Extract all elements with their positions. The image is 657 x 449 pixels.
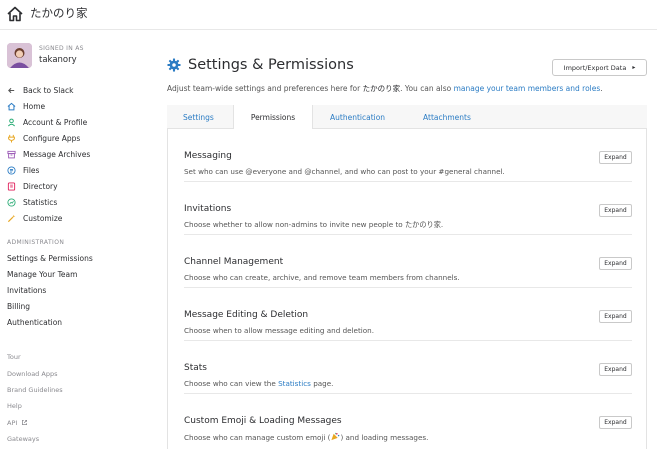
sidebar-item-message-archives[interactable]: Message Archives <box>7 146 147 162</box>
sidebar-item-label: Back to Slack <box>23 85 74 95</box>
expand-button[interactable]: Expand <box>599 416 632 429</box>
sidebar-item-home[interactable]: Home <box>7 98 147 114</box>
section-custom-emoji: Custom Emoji & Loading Messages Choose w… <box>184 394 632 447</box>
section-description: Choose when to allow message editing and… <box>184 326 375 335</box>
sidebar-item-label: Message Archives <box>23 149 91 159</box>
team-name[interactable]: たかのり家 <box>30 5 88 21</box>
wand-icon <box>7 214 16 222</box>
stats-icon <box>7 197 16 207</box>
section-description: Choose who can manage custom emoji ( ) an… <box>184 432 428 442</box>
section-title: Invitations <box>184 204 232 214</box>
footer-link-api[interactable]: API <box>7 415 147 431</box>
footer-link-help[interactable]: Help <box>7 398 147 414</box>
description-middle: . You can also <box>400 84 454 93</box>
permissions-panel: Messaging Set who can use @everyone and … <box>167 129 647 449</box>
footer-links: Tour Download Apps Brand Guidelines Help… <box>7 349 147 447</box>
description-team: たかのり家 <box>362 84 401 93</box>
gear-icon <box>167 58 181 72</box>
import-export-label: Import/Export Data <box>563 63 627 72</box>
expand-button[interactable]: Expand <box>599 151 632 164</box>
expand-button[interactable]: Expand <box>599 257 632 270</box>
section-desc-prefix: Choose who can manage custom emoji ( <box>184 433 331 442</box>
title-row: Settings & Permissions <box>167 55 354 75</box>
sidebar-item-label: Customize <box>23 213 63 223</box>
archive-icon <box>7 150 16 158</box>
footer-link-gateways[interactable]: Gateways <box>7 431 147 447</box>
arrow-left-icon <box>8 87 15 93</box>
sidebar-item-label: Account & Profile <box>23 117 88 127</box>
expand-button[interactable]: Expand <box>599 204 632 217</box>
footer-link-api-label: API <box>7 418 18 427</box>
home-icon <box>7 102 16 110</box>
section-title: Stats <box>184 363 207 373</box>
arrow-right-icon: ▸ <box>632 64 636 71</box>
sidebar-item-customize[interactable]: Customize <box>7 210 147 226</box>
home-icon[interactable] <box>6 5 24 23</box>
description-prefix: Adjust team-wide settings and preference… <box>167 84 363 93</box>
book-icon <box>7 181 16 191</box>
section-description: Choose who can view the Statistics page. <box>184 379 333 388</box>
sidebar-item-label: Files <box>23 165 40 175</box>
footer-link-download-apps[interactable]: Download Apps <box>7 365 147 381</box>
section-messaging: Messaging Set who can use @everyone and … <box>184 129 632 182</box>
section-invitations: Invitations Choose whether to allow non-… <box>184 182 632 235</box>
section-title: Custom Emoji & Loading Messages <box>184 416 342 426</box>
section-title: Channel Management <box>184 257 284 267</box>
section-stats: Stats Choose who can view the Statistics… <box>184 341 632 394</box>
page-title: Settings & Permissions <box>188 57 354 73</box>
section-title: Message Editing & Deletion <box>184 310 309 320</box>
avatar[interactable] <box>7 43 32 68</box>
sidebar-item-settings-permissions[interactable]: Settings & Permissions <box>7 250 147 266</box>
footer-link-brand-guidelines[interactable]: Brand Guidelines <box>7 382 147 398</box>
sidebar-item-manage-team[interactable]: Manage Your Team <box>7 266 147 282</box>
sidebar-item-back-to-slack[interactable]: Back to Slack <box>7 82 147 98</box>
sidebar-item-label: Home <box>23 101 46 111</box>
tab-bar: Settings Permissions Authentication Atta… <box>167 105 647 130</box>
tab-authentication[interactable]: Authentication <box>330 105 385 129</box>
sidebar-item-files[interactable]: Files <box>7 162 147 178</box>
description-suffix: . <box>600 84 603 93</box>
sidebar-item-billing[interactable]: Billing <box>7 298 147 314</box>
section-desc-suffix: page. <box>310 379 334 388</box>
sidebar-item-directory[interactable]: Directory <box>7 178 147 194</box>
section-description: Set who can use @everyone and @channel, … <box>184 167 505 176</box>
signed-in-label: SIGNED IN AS <box>39 45 84 52</box>
admin-section-label: ADMINISTRATION <box>7 238 65 246</box>
person-icon <box>7 118 16 126</box>
file-icon <box>7 165 16 175</box>
section-desc-prefix: Choose who can view the <box>184 379 279 388</box>
import-export-button[interactable]: Import/Export Data ▸ <box>552 59 647 76</box>
page-description: Adjust team-wide settings and preference… <box>167 83 647 94</box>
manage-team-link[interactable]: manage your team members and roles <box>454 84 601 93</box>
party-popper-icon <box>331 432 340 441</box>
tab-permissions[interactable]: Permissions <box>233 105 313 130</box>
external-link-icon <box>22 420 28 426</box>
expand-button[interactable]: Expand <box>599 363 632 376</box>
section-channel-management: Channel Management Choose who can create… <box>184 235 632 288</box>
tab-settings[interactable]: Settings <box>183 105 214 129</box>
section-description: Choose whether to allow non-admins to in… <box>184 220 444 229</box>
sidebar-item-label: Directory <box>23 181 58 191</box>
sidebar: SIGNED IN AS takanory Back to Slack Home… <box>0 31 150 449</box>
expand-button[interactable]: Expand <box>599 310 632 323</box>
username: takanory <box>39 55 77 65</box>
admin-section: ADMINISTRATION Settings & Permissions Ma… <box>7 234 147 330</box>
sidebar-item-invitations[interactable]: Invitations <box>7 282 147 298</box>
sidebar-item-authentication[interactable]: Authentication <box>7 314 147 330</box>
plug-icon <box>8 134 15 143</box>
tab-attachments[interactable]: Attachments <box>423 105 471 129</box>
section-message-editing: Message Editing & Deletion Choose when t… <box>184 288 632 341</box>
statistics-link[interactable]: Statistics <box>278 379 311 388</box>
top-bar: たかのり家 <box>0 0 657 30</box>
sidebar-item-account-profile[interactable]: Account & Profile <box>7 114 147 130</box>
footer-link-tour[interactable]: Tour <box>7 349 147 365</box>
sidebar-item-label: Statistics <box>23 197 58 207</box>
section-title: Messaging <box>184 151 232 161</box>
section-desc-suffix: ) and loading messages. <box>340 433 429 442</box>
sidebar-item-label: Configure Apps <box>23 133 81 143</box>
section-description: Choose who can create, archive, and remo… <box>184 273 460 282</box>
sidebar-item-statistics[interactable]: Statistics <box>7 194 147 210</box>
sidebar-nav: Back to Slack Home Account & Profile Con… <box>7 82 147 226</box>
sidebar-item-configure-apps[interactable]: Configure Apps <box>7 130 147 146</box>
